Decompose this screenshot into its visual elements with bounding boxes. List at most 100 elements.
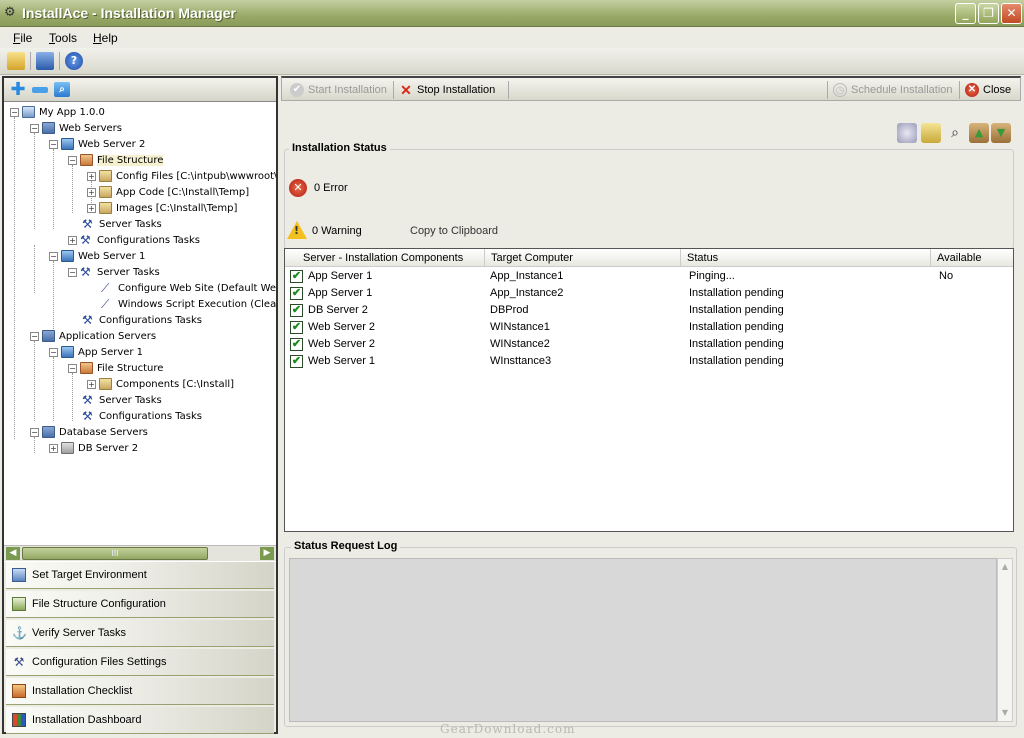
tree-node-app-code[interactable]: + App Code [C:\Install\Temp] [87, 185, 249, 201]
collapse-icon[interactable]: − [30, 331, 39, 341]
tree-node-file-structure[interactable]: − File Structure [68, 153, 164, 169]
tree-node-database-servers[interactable]: − Database Servers [30, 425, 148, 441]
collapse-icon[interactable]: − [68, 155, 77, 165]
tree-node-label: My App 1.0.0 [39, 107, 105, 118]
tree-node-components[interactable]: + Components [C:\Install] [87, 377, 234, 393]
maximize-button[interactable]: ❐ [978, 3, 999, 24]
nav-installation-checklist[interactable]: Installation Checklist [6, 678, 274, 705]
log-vertical-scrollbar[interactable]: ▲ ▼ [997, 558, 1013, 722]
project-tree[interactable]: − My App 1.0.0 − Web Servers − Web Server 2… [4, 103, 276, 543]
magnifier-icon[interactable]: ⌕ [945, 123, 965, 143]
menu-tools[interactable]: Tools [49, 31, 77, 45]
cell-status: Installation pending [689, 287, 784, 299]
cell-status: Pinging... [689, 270, 735, 282]
installation-grid[interactable]: Server - Installation Components Target … [284, 248, 1014, 532]
start-installation-button[interactable]: ✔ Start Installation [290, 82, 387, 99]
table-row[interactable]: ✔ Web Server 2 WINstance1 Installation p… [285, 319, 1013, 336]
tree-node-application-servers[interactable]: − Application Servers [30, 329, 156, 345]
import-icon[interactable]: ▼ [991, 123, 1011, 143]
close-button[interactable]: ✕ Close [965, 82, 1011, 99]
tree-node-db-server-2[interactable]: + DB Server 2 [49, 441, 138, 457]
tree-node-configurations-tasks[interactable]: + ⚒ Configurations Tasks [68, 233, 200, 249]
tree-node-ws1-configurations-tasks[interactable]: ⚒ Configurations Tasks [82, 313, 202, 329]
column-header-status[interactable]: Status [681, 249, 931, 267]
help-icon[interactable]: ? [65, 52, 83, 70]
schedule-installation-button[interactable]: ◷ Schedule Installation [833, 82, 953, 99]
nav-set-target-environment[interactable]: Set Target Environment [6, 562, 274, 589]
tree-node-windows-script[interactable]: ⟋ Windows Script Execution (Clear [101, 297, 276, 313]
tree-node-web-servers[interactable]: − Web Servers [30, 121, 122, 137]
scroll-down-icon[interactable]: ▼ [999, 707, 1011, 719]
toolbar-separator [827, 81, 828, 99]
collapse-icon[interactable]: − [30, 123, 39, 133]
scroll-thumb[interactable]: III [22, 547, 208, 560]
expand-icon[interactable]: + [87, 203, 96, 213]
scroll-right-icon[interactable]: ▶ [260, 547, 274, 560]
table-row[interactable]: ✔ DB Server 2 DBProd Installation pendin… [285, 302, 1013, 319]
open-folder-icon[interactable] [7, 52, 25, 70]
tree-node-configure-web-site[interactable]: ⟋ Configure Web Site (Default Web [101, 281, 276, 297]
table-row[interactable]: ✔ Web Server 1 WInsttance3 Installation … [285, 353, 1013, 370]
remove-icon[interactable] [32, 87, 48, 93]
table-row[interactable]: ✔ Web Server 2 WINstance2 Installation p… [285, 336, 1013, 353]
nav-verify-server-tasks[interactable]: ⚓ Verify Server Tasks [6, 620, 274, 647]
row-checkbox[interactable]: ✔ [290, 287, 303, 300]
tree-node-label: File Structure [97, 363, 164, 374]
tree-node-as1-file-structure[interactable]: − File Structure [68, 361, 163, 377]
stop-installation-button[interactable]: ✕ Stop Installation [399, 82, 495, 99]
row-checkbox[interactable]: ✔ [290, 338, 303, 351]
collapse-icon[interactable]: − [30, 427, 39, 437]
tree-node-web-server-1[interactable]: − Web Server 1 [49, 249, 145, 265]
tree-node-web-server-2[interactable]: − Web Server 2 [49, 137, 145, 153]
menu-help[interactable]: Help [93, 31, 118, 45]
export-icon[interactable]: ▲ [969, 123, 989, 143]
tree-node-ws1-server-tasks[interactable]: − ⚒ Server Tasks [68, 265, 160, 281]
row-checkbox[interactable]: ✔ [290, 270, 303, 283]
add-icon[interactable]: ✚ [10, 81, 26, 99]
folder-settings-icon[interactable] [921, 123, 941, 143]
close-window-button[interactable]: ✕ [1001, 3, 1022, 24]
expand-icon[interactable]: + [87, 379, 96, 389]
tree-node-as1-server-tasks[interactable]: ⚒ Server Tasks [82, 393, 162, 409]
scroll-up-icon[interactable]: ▲ [999, 561, 1011, 573]
collapse-icon[interactable]: − [49, 347, 58, 357]
installation-status-title: Installation Status [289, 142, 390, 154]
menu-file[interactable]: File [13, 31, 32, 45]
table-row[interactable]: ✔ App Server 1 App_Instance2 Installatio… [285, 285, 1013, 302]
row-checkbox[interactable]: ✔ [290, 304, 303, 317]
tree-node-images[interactable]: + Images [C:\Install\Temp] [87, 201, 237, 217]
scroll-left-icon[interactable]: ◀ [6, 547, 20, 560]
tree-node-config-files[interactable]: + Config Files [C:\intpub\wwwroot\ [87, 169, 276, 185]
row-checkbox[interactable]: ✔ [290, 321, 303, 334]
warning-count: 0 Warning [312, 225, 362, 237]
nav-configuration-files-settings[interactable]: ⚒ Configuration Files Settings [6, 649, 274, 676]
expand-icon[interactable]: + [68, 235, 77, 245]
expand-icon[interactable]: + [87, 187, 96, 197]
copy-to-clipboard-link[interactable]: Copy to Clipboard [410, 225, 498, 237]
column-header-components[interactable]: Server - Installation Components [285, 249, 485, 267]
tree-node-root[interactable]: − My App 1.0.0 [10, 105, 105, 121]
row-checkbox[interactable]: ✔ [290, 355, 303, 368]
disc-icon[interactable] [897, 123, 917, 143]
minimize-button[interactable]: _ [955, 3, 976, 24]
tree-node-label: Database Servers [59, 427, 148, 438]
collapse-icon[interactable]: − [68, 363, 77, 373]
tree-horizontal-scrollbar[interactable]: ◀ III ▶ [4, 545, 276, 561]
column-header-available[interactable]: Available [931, 249, 1013, 267]
tree-node-server-tasks[interactable]: ⚒ Server Tasks [82, 217, 162, 233]
table-row[interactable]: ✔ App Server 1 App_Instance1 Pinging... … [285, 268, 1013, 285]
nav-file-structure-configuration[interactable]: File Structure Configuration [6, 591, 274, 618]
tree-node-as1-configurations-tasks[interactable]: ⚒ Configurations Tasks [82, 409, 202, 425]
search-icon[interactable]: ⌕ [54, 82, 70, 97]
collapse-icon[interactable]: − [68, 267, 77, 277]
collapse-icon[interactable]: − [49, 139, 58, 149]
nav-installation-dashboard[interactable]: Installation Dashboard [6, 707, 274, 734]
collapse-icon[interactable]: − [49, 251, 58, 261]
column-header-target[interactable]: Target Computer [485, 249, 681, 267]
collapse-icon[interactable]: − [10, 107, 19, 117]
status-log-area[interactable] [289, 558, 997, 722]
tree-node-app-server-1[interactable]: − App Server 1 [49, 345, 143, 361]
save-icon[interactable] [36, 52, 54, 70]
expand-icon[interactable]: + [49, 443, 58, 453]
expand-icon[interactable]: + [87, 171, 96, 181]
